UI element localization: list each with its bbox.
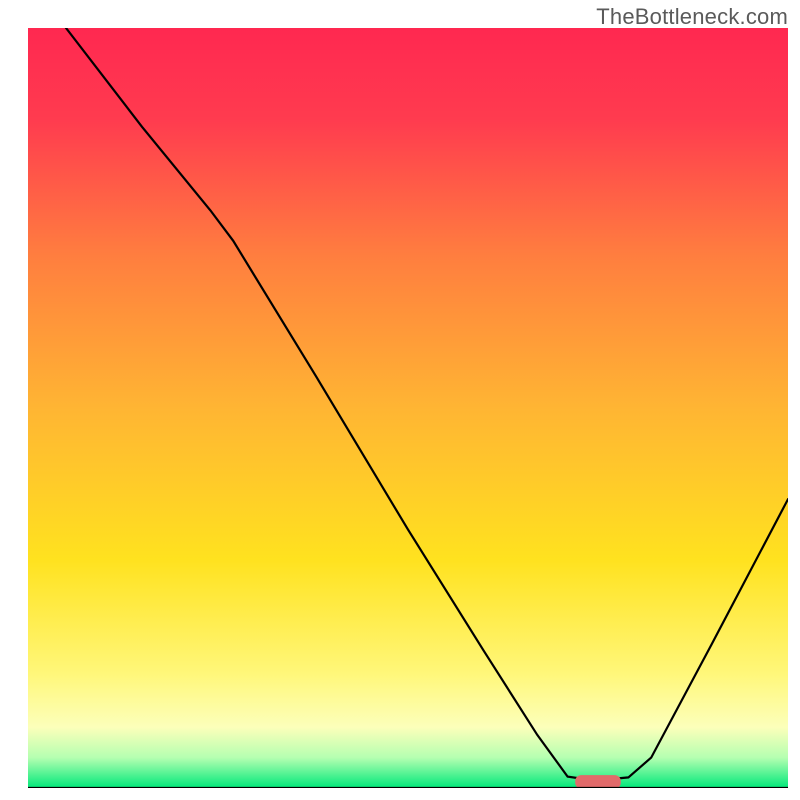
chart-svg — [28, 28, 788, 788]
bottleneck-chart — [28, 28, 788, 788]
gradient-background — [28, 28, 788, 788]
optimum-marker — [575, 775, 621, 788]
watermark: TheBottleneck.com — [596, 4, 788, 30]
